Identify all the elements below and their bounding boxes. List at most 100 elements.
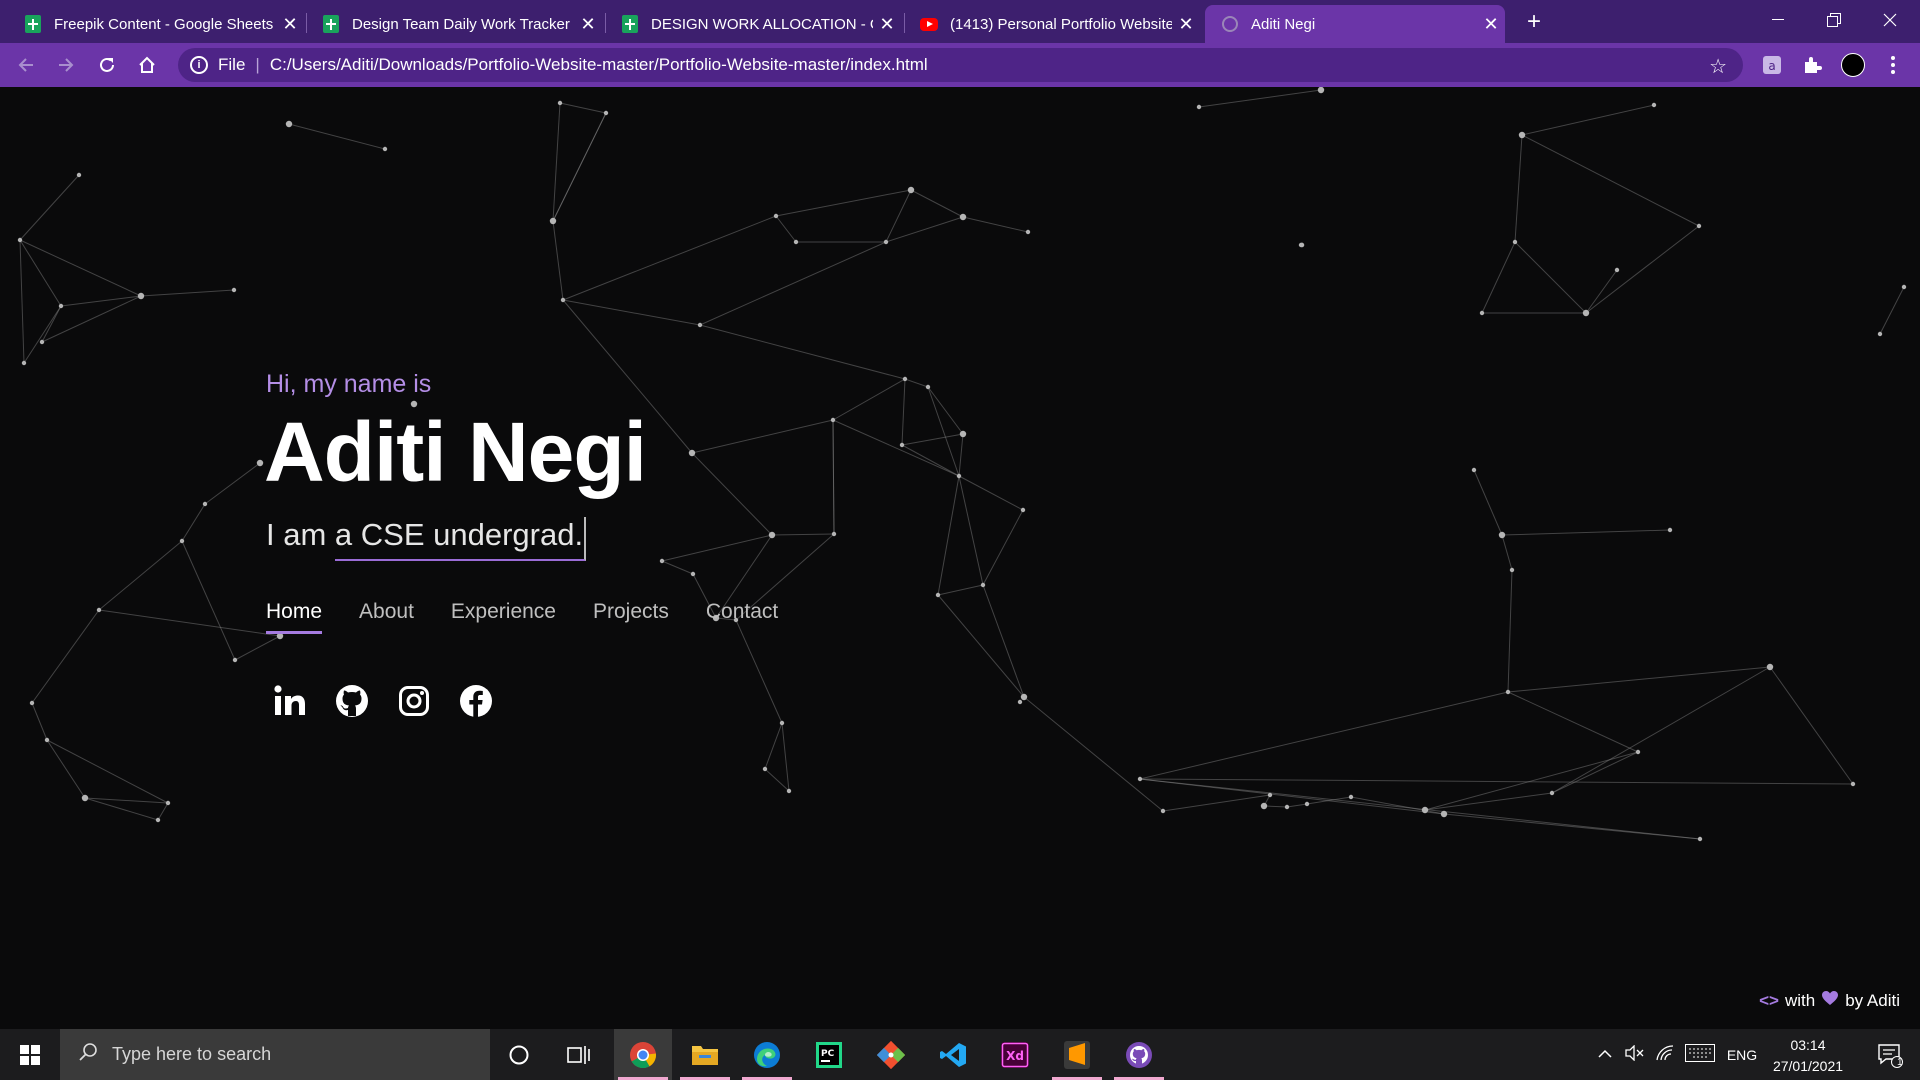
network-particle (603, 110, 609, 116)
home-button[interactable] (131, 49, 163, 81)
network-particle (1317, 87, 1325, 94)
new-tab-button[interactable]: + (1520, 8, 1548, 36)
tagline-typed-text: a CSE undergrad. (334, 517, 587, 561)
close-window-button[interactable] (1862, 0, 1918, 40)
network-particle (231, 287, 237, 293)
reload-button[interactable] (91, 49, 123, 81)
show-hidden-icons-chevron-icon[interactable] (1590, 1046, 1620, 1063)
portfolio-page: Hi, my name is Aditi Negi I am a CSE und… (0, 87, 1920, 1029)
network-link (41, 305, 62, 343)
github-desktop-icon[interactable] (1110, 1029, 1168, 1080)
network-particle (285, 120, 293, 128)
network-particle (165, 800, 171, 806)
notification-center-icon[interactable]: 1 (1862, 1029, 1918, 1080)
vscode-icon[interactable] (924, 1029, 982, 1080)
network-particle (549, 217, 557, 225)
input-language[interactable]: ENG (1720, 1047, 1764, 1063)
network-particle (956, 473, 962, 479)
network-particle (232, 657, 238, 663)
network-link (1585, 269, 1618, 314)
nav-home[interactable]: Home (266, 600, 323, 634)
github-icon[interactable] (334, 683, 370, 719)
adobe-xd-icon[interactable]: Xd (986, 1029, 1044, 1080)
instagram-icon[interactable] (396, 683, 432, 719)
network-particle (76, 172, 82, 178)
tab-freepik-content[interactable]: Freepik Content - Google Sheets ✕ (8, 5, 304, 43)
url-text[interactable]: C:/Users/Aditi/Downloads/Portfolio-Websi… (270, 55, 928, 75)
network-link (885, 216, 964, 243)
windows-logo-icon (20, 1044, 40, 1065)
extension-translate-icon[interactable]: a (1760, 53, 1784, 77)
hero-name: Aditi Negi (264, 405, 647, 499)
google-sheets-icon (621, 15, 639, 33)
taskbar-clock[interactable]: 03:14 27/01/2021 (1760, 1035, 1856, 1077)
linkedin-icon[interactable] (272, 683, 308, 719)
file-explorer-icon[interactable] (676, 1029, 734, 1080)
network-link (764, 768, 790, 792)
social-links (272, 683, 494, 719)
network-particle (1284, 804, 1290, 810)
network-particle (935, 592, 941, 598)
network-link (910, 189, 964, 218)
network-particle (1549, 790, 1555, 796)
reload-icon (100, 57, 114, 72)
volume-muted-icon[interactable] (1620, 1043, 1650, 1065)
nav-contact[interactable]: Contact (706, 600, 778, 634)
network-particle (155, 817, 161, 823)
extensions-puzzle-icon[interactable] (1800, 53, 1824, 77)
network-link (60, 295, 142, 307)
taskbar-search-box[interactable]: Type here to search (60, 1029, 490, 1080)
network-link (552, 220, 564, 301)
browser-menu-icon[interactable] (1881, 53, 1905, 77)
network-link (982, 509, 1024, 586)
browser-toolbar: i File | C:/Users/Aditi/Downloads/Portfo… (0, 43, 1920, 87)
address-bar[interactable]: i File | C:/Users/Aditi/Downloads/Portfo… (178, 48, 1743, 82)
nav-about[interactable]: About (359, 600, 414, 634)
start-button[interactable] (0, 1029, 60, 1080)
close-tab-icon[interactable]: ✕ (873, 14, 901, 35)
network-particle (779, 720, 785, 726)
pycharm-icon[interactable]: PC (800, 1029, 858, 1080)
network-link (562, 215, 777, 301)
network-particle (44, 737, 50, 743)
network-link (699, 241, 887, 326)
network-link (904, 378, 929, 388)
cortana-icon[interactable] (490, 1029, 548, 1080)
search-icon (78, 1042, 98, 1067)
network-link (1521, 104, 1655, 136)
nav-experience[interactable]: Experience (451, 600, 556, 634)
network-link (661, 534, 773, 562)
restore-button[interactable] (1806, 0, 1862, 40)
svg-text:a: a (1768, 59, 1775, 73)
git-icon[interactable] (862, 1029, 920, 1080)
tab-youtube-portfolio[interactable]: (1413) Personal Portfolio Website ✕ (904, 5, 1200, 43)
close-tab-icon[interactable]: ✕ (276, 14, 304, 35)
profile-avatar[interactable] (1841, 53, 1865, 77)
back-button[interactable] (10, 49, 42, 81)
close-tab-icon[interactable]: ✕ (574, 14, 602, 35)
network-link (691, 452, 773, 536)
chrome-icon[interactable] (614, 1029, 672, 1080)
touch-keyboard-icon[interactable] (1680, 1043, 1720, 1066)
bookmark-star-icon[interactable]: ☆ (1709, 54, 1727, 79)
nav-projects[interactable]: Projects (593, 600, 669, 634)
network-link (1263, 805, 1288, 808)
close-tab-icon[interactable]: ✕ (1477, 14, 1505, 35)
network-link (958, 433, 964, 477)
close-tab-icon[interactable]: ✕ (1172, 14, 1200, 35)
facebook-icon[interactable] (458, 683, 494, 719)
tab-design-team-tracker[interactable]: Design Team Daily Work Tracker ✕ (306, 5, 602, 43)
sublime-text-icon[interactable] (1048, 1029, 1106, 1080)
site-info-icon[interactable]: i (190, 56, 208, 74)
network-particle (697, 322, 703, 328)
tab-design-work-allocation[interactable]: DESIGN WORK ALLOCATION - Gc ✕ (605, 5, 901, 43)
network-particle (1471, 467, 1477, 473)
wifi-icon[interactable] (1650, 1044, 1680, 1065)
tab-aditi-negi[interactable]: Aditi Negi ✕ (1205, 5, 1505, 43)
network-link (1139, 778, 1701, 840)
network-particle (762, 766, 768, 772)
minimize-button[interactable] (1750, 0, 1806, 40)
task-view-icon[interactable] (550, 1029, 608, 1080)
edge-icon[interactable] (738, 1029, 796, 1080)
forward-button[interactable] (50, 49, 82, 81)
